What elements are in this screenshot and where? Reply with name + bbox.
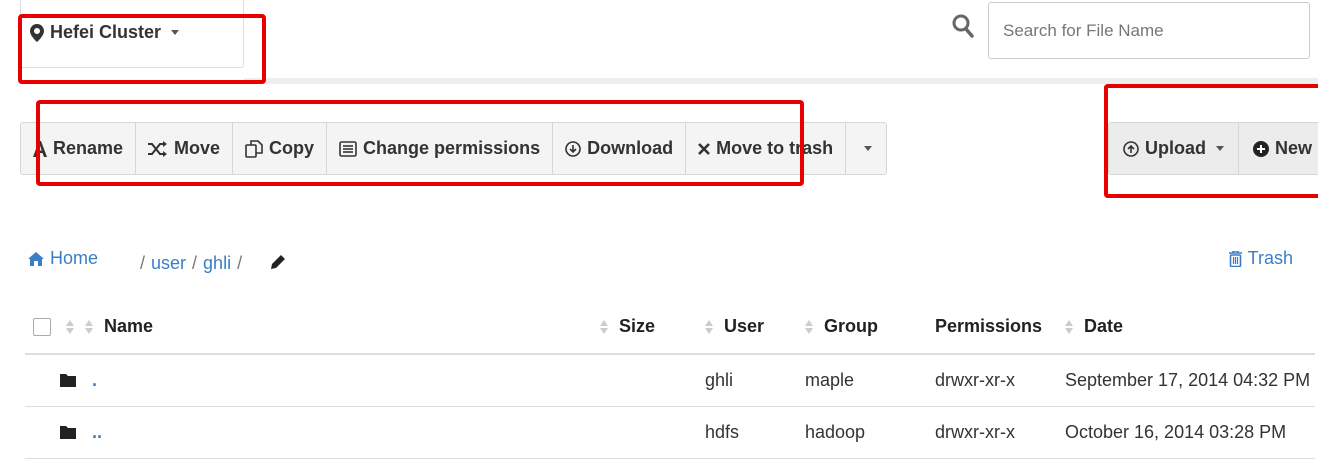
header-divider (244, 78, 1318, 84)
date-header[interactable]: Date (1065, 300, 1315, 355)
home-label: Home (50, 248, 99, 268)
search-icon (952, 14, 974, 38)
upload-label: Upload (1145, 138, 1206, 158)
user-cell: ghli (685, 354, 805, 407)
date-header-label: Date (1084, 316, 1124, 336)
copy-label: Copy (269, 138, 315, 158)
user-cell: hdfs (685, 406, 805, 459)
list-icon (339, 140, 357, 157)
permissions-header[interactable]: Permissions (935, 300, 1065, 355)
name-cell: .. (25, 406, 565, 459)
move-to-trash-label: Move to trash (716, 138, 834, 158)
cluster-dropdown[interactable]: Hefei Cluster (30, 22, 180, 43)
date-cell: September 17, 2014 04:32 PM (1065, 354, 1315, 407)
chevron-down-icon (1216, 146, 1224, 151)
trash-icon (1228, 250, 1242, 267)
move-label: Move (174, 138, 221, 158)
size-cell (565, 354, 685, 407)
name-header-label: Name (104, 316, 154, 336)
select-all-header (25, 300, 85, 355)
font-icon (33, 140, 47, 157)
path-separator: / (192, 253, 198, 273)
sort-icon (599, 320, 608, 335)
new-button[interactable]: New (1239, 123, 1318, 174)
move-to-trash-button[interactable]: Move to trash (686, 123, 847, 174)
home-icon (28, 251, 44, 266)
permissions-header-label: Permissions (935, 316, 1043, 336)
path-separator: / (140, 253, 146, 273)
path-breadcrumb: / user / ghli / (134, 253, 248, 274)
group-header[interactable]: Group (805, 300, 935, 355)
search-input[interactable] (988, 2, 1310, 59)
trash-label: Trash (1247, 248, 1293, 268)
upload-icon (1123, 140, 1139, 157)
pencil-icon[interactable] (270, 254, 286, 270)
times-icon (698, 142, 711, 155)
sort-icon (1065, 320, 1073, 335)
size-cell (565, 406, 685, 459)
permissions-cell: drwxr-xr-x (935, 406, 1065, 459)
change-permissions-label: Change permissions (363, 138, 541, 158)
map-marker-icon (30, 23, 44, 42)
select-all-checkbox[interactable] (33, 318, 51, 337)
copy-button[interactable]: Copy (233, 123, 328, 174)
group-cell: hadoop (805, 406, 935, 459)
folder-icon (60, 426, 76, 439)
folder-icon (60, 374, 76, 388)
table-header-row: Name Size User Group Permissions Date (25, 300, 1315, 355)
sort-icon (805, 320, 813, 335)
sort-icon (705, 320, 713, 335)
sort-icon (85, 320, 93, 335)
download-icon (565, 140, 581, 157)
download-button[interactable]: Download (553, 123, 687, 174)
permissions-cell: drwxr-xr-x (935, 354, 1065, 407)
cluster-label: Hefei Cluster (50, 22, 162, 42)
file-actions-toolbar: Rename Move Copy Change permissions Down… (20, 122, 888, 175)
sort-icon[interactable] (66, 320, 75, 335)
size-header[interactable]: Size (565, 300, 685, 355)
name-cell: . (25, 354, 565, 407)
rename-button[interactable]: Rename (21, 123, 137, 174)
create-actions-group: Upload New (1108, 122, 1318, 175)
table-row[interactable]: .. hdfs hadoop drwxr-xr-x October 16, 20… (25, 406, 1315, 459)
date-cell: October 16, 2014 03:28 PM (1065, 406, 1315, 459)
shuffle-icon (148, 140, 168, 157)
move-button[interactable]: Move (136, 123, 234, 174)
size-header-label: Size (618, 316, 655, 336)
file-table: Name Size User Group Permissions Date . … (25, 300, 1315, 459)
copy-icon (245, 139, 263, 158)
trash-link[interactable]: Trash (1228, 248, 1293, 269)
breadcrumb: Home (28, 248, 98, 269)
download-label: Download (587, 138, 674, 158)
chevron-down-icon (171, 30, 180, 35)
upload-button[interactable]: Upload (1109, 123, 1239, 174)
path-segment-user[interactable]: user (151, 253, 186, 274)
file-name-link[interactable]: .. (92, 422, 102, 443)
table-row[interactable]: . ghli maple drwxr-xr-x September 17, 20… (25, 354, 1315, 407)
group-cell: maple (805, 354, 935, 407)
rename-label: Rename (53, 138, 124, 158)
more-actions-dropdown[interactable] (846, 123, 886, 174)
chevron-down-icon (864, 146, 873, 151)
change-permissions-button[interactable]: Change permissions (327, 123, 554, 174)
file-name-link[interactable]: . (92, 370, 97, 391)
name-header[interactable]: Name (85, 300, 565, 355)
home-link[interactable]: Home (28, 248, 98, 269)
path-segment-ghli[interactable]: ghli (203, 253, 231, 274)
group-header-label: Group (824, 316, 879, 336)
user-header[interactable]: User (685, 300, 805, 355)
path-separator: / (237, 253, 243, 273)
plus-circle-icon (1253, 140, 1269, 157)
user-header-label: User (724, 316, 765, 336)
new-label: New (1275, 138, 1313, 158)
